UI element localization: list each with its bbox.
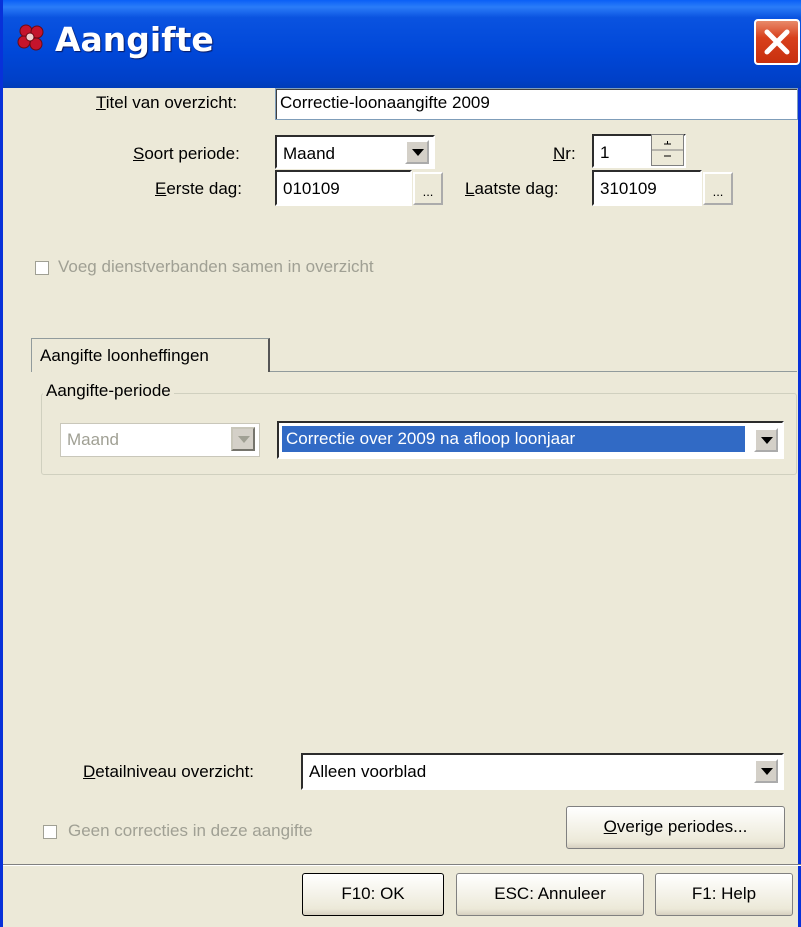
nr-value: 1 xyxy=(600,143,610,162)
detailniveau-select[interactable]: Alleen voorblad xyxy=(301,753,784,790)
laatste-dag-input[interactable]: 310109 xyxy=(592,170,702,206)
period-select-disabled: Maand xyxy=(60,423,260,457)
app-flower-icon xyxy=(15,22,49,56)
voeg-samen-checkbox[interactable] xyxy=(35,261,49,275)
detailniveau-value: Alleen voorblad xyxy=(309,762,427,781)
period-value: Maand xyxy=(67,430,119,449)
voeg-samen-label: Voeg dienstverbanden samen in overzicht xyxy=(58,257,374,276)
geen-correcties-checkbox[interactable] xyxy=(43,825,57,839)
laatste-dag-label: Laatste dag: xyxy=(465,179,559,198)
soort-periode-value: Maand xyxy=(283,144,335,163)
geen-correcties-label: Geen correcties in deze aangifte xyxy=(68,821,313,840)
eerste-dag-browse-button[interactable]: ... xyxy=(413,172,443,205)
correction-value: Correctie over 2009 na afloop loonjaar xyxy=(282,426,745,452)
titel-input[interactable]: Correctie-loonaangifte 2009 xyxy=(275,88,798,120)
eerste-dag-label: Eerste dag: xyxy=(155,179,242,198)
overige-periodes-button[interactable]: Overige periodes... xyxy=(566,806,785,849)
separator xyxy=(3,864,801,866)
nr-label: Nr: xyxy=(553,144,576,163)
detailniveau-label: Detailniveau overzicht: xyxy=(83,762,255,781)
titel-label: Titel van overzicht: xyxy=(96,93,238,112)
help-button[interactable]: F1: Help xyxy=(655,873,793,916)
chevron-down-icon[interactable] xyxy=(405,140,429,164)
title-bar[interactable]: Aangifte xyxy=(3,0,801,88)
window-title: Aangifte xyxy=(55,20,214,59)
close-button[interactable] xyxy=(754,19,800,65)
nr-spinner[interactable] xyxy=(651,134,684,166)
soort-periode-select[interactable]: Maand xyxy=(275,135,435,169)
laatste-dag-browse-button[interactable]: ... xyxy=(703,172,733,205)
aangifte-periode-title: Aangifte-periode xyxy=(43,381,174,401)
soort-periode-label: Soort periode: xyxy=(133,144,240,163)
chevron-down-icon xyxy=(231,427,255,451)
eerste-dag-input[interactable]: 010109 xyxy=(275,170,412,206)
aangifte-window: Aangifte Titel van overzicht: Correctie-… xyxy=(0,0,801,927)
cancel-button[interactable]: ESC: Annuleer xyxy=(456,873,644,916)
chevron-down-icon[interactable] xyxy=(754,428,778,452)
chevron-down-icon[interactable] xyxy=(754,759,778,783)
tab-aangifte-loonheffingen[interactable]: Aangifte loonheffingen xyxy=(31,338,270,372)
correction-select[interactable]: Correctie over 2009 na afloop loonjaar xyxy=(277,421,784,459)
ok-button[interactable]: F10: OK xyxy=(302,873,444,916)
